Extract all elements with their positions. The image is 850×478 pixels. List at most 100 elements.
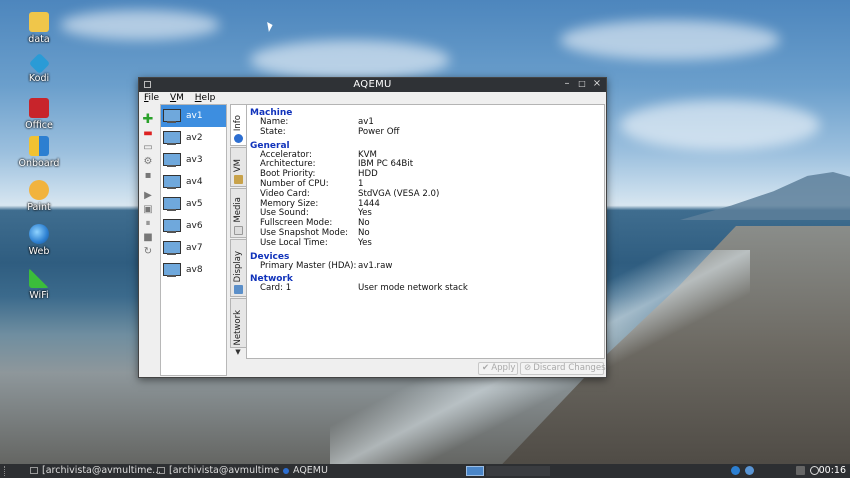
info-value: 1444	[358, 198, 380, 209]
desktop-icon-label: Office	[25, 120, 53, 131]
add-vm-icon[interactable]: ✚	[141, 112, 155, 127]
clock[interactable]: 00:16	[819, 464, 846, 478]
taskbar-task-aqemu[interactable]: AQEMU	[283, 464, 363, 478]
info-row: Card: 1 User mode network stack	[250, 284, 604, 294]
workspace-pager[interactable]	[486, 466, 550, 476]
vm-list-item[interactable]: av3	[161, 149, 226, 171]
vm-name: av3	[186, 155, 203, 165]
vm-name: av8	[186, 265, 203, 275]
tab-label: VM	[233, 158, 243, 172]
button-label: Discard Changes	[533, 363, 606, 373]
delete-vm-icon[interactable]: ▬	[141, 127, 155, 139]
vm-wizard-icon[interactable]: ⚙	[141, 155, 155, 167]
apply-button[interactable]: ✔ Apply	[478, 362, 518, 375]
task-label: AQEMU	[293, 465, 328, 476]
mountain	[680, 172, 850, 220]
info-value: StdVGA (VESA 2.0)	[358, 188, 440, 199]
tab-media[interactable]: Media	[230, 188, 246, 238]
section-heading: Machine	[250, 108, 293, 118]
desktop-icon-kodi[interactable]: Kodi	[14, 52, 64, 84]
tab-scroll-down-icon[interactable]: ▼	[230, 348, 246, 357]
tab-info[interactable]: Info	[230, 104, 246, 146]
workspace-pager-active[interactable]	[466, 466, 484, 476]
vm-name: av4	[186, 177, 203, 187]
menu-file[interactable]: File	[144, 92, 159, 105]
desktop-icon-wifi[interactable]: WiFi	[14, 268, 64, 301]
info-key: Card: 1	[260, 283, 292, 294]
stop-icon[interactable]: ■	[141, 231, 155, 243]
vm-list-item[interactable]: av8	[161, 259, 226, 281]
vm-list-item[interactable]: av2	[161, 127, 226, 149]
office-icon	[29, 98, 49, 118]
info-value: No	[358, 227, 370, 238]
terminal-icon	[30, 467, 38, 474]
taskbar: [archivista@avmultime... [archivista@avm…	[0, 464, 850, 478]
close-icon[interactable]: ×	[590, 78, 604, 89]
vm-name: av6	[186, 221, 203, 231]
desktop-icon-onboard[interactable]: Onboard	[14, 136, 64, 169]
vm-list-item[interactable]: av4	[161, 171, 226, 193]
kodi-icon	[28, 52, 50, 75]
info-value: User mode network stack	[358, 283, 468, 294]
info-row: Use Local Time: Yes	[250, 237, 604, 249]
monitor-icon	[163, 262, 181, 278]
vertical-tab-bar: Info VM Media Display Network	[230, 104, 246, 359]
info-value: Yes	[358, 208, 372, 219]
desktop-icon-web[interactable]: Web	[14, 224, 64, 257]
reset-icon[interactable]: ↻	[141, 245, 155, 257]
minimize-icon[interactable]: –	[560, 78, 574, 89]
vm-settings-icon[interactable]: ▭	[141, 141, 155, 153]
maximize-icon[interactable]: □	[575, 79, 589, 88]
info-row: Name: av1	[250, 117, 604, 128]
task-label: [archivista@avmultime...	[42, 465, 160, 476]
aqemu-icon	[283, 467, 289, 474]
info-key: Use Local Time:	[260, 237, 328, 248]
display-tray-icon[interactable]	[796, 466, 805, 475]
vm-name: av7	[186, 243, 203, 253]
desktop-icon-paint[interactable]: Paint	[14, 180, 64, 213]
info-value: Power Off	[358, 126, 400, 137]
globe-icon	[29, 224, 49, 244]
info-row: State: Power Off	[250, 126, 604, 138]
discard-changes-button[interactable]: ⊘ Discard Changes	[520, 362, 606, 375]
aqemu-window: AQEMU – □ × File VM Help ✚ ▬ ▭ ⚙ ▪ ▶ ▣ ⏸…	[138, 77, 607, 378]
vm-list-item[interactable]: av5	[161, 193, 226, 215]
tab-label: Display	[233, 250, 243, 282]
terminal-icon[interactable]: ▪	[141, 169, 155, 181]
taskbar-task[interactable]: [archivista@avmultime...	[30, 464, 160, 478]
info-key: State:	[260, 126, 286, 137]
media-icon	[234, 226, 243, 235]
desktop-icon-label: WiFi	[29, 290, 49, 301]
vm-name: av2	[186, 133, 203, 143]
check-icon: ✔	[482, 363, 490, 373]
desktop-icon-office[interactable]: Office	[14, 98, 64, 131]
monitor-icon	[163, 218, 181, 234]
tab-display[interactable]: Display	[230, 239, 246, 297]
tab-vm[interactable]: VM	[230, 147, 246, 187]
vm-list-item[interactable]: av7	[161, 237, 226, 259]
tab-label: Media	[233, 197, 243, 223]
vm-list-item[interactable]: av6	[161, 215, 226, 237]
network-tray-icon[interactable]	[731, 466, 740, 475]
cancel-icon: ⊘	[524, 363, 532, 373]
pause-icon[interactable]: ⏸	[141, 217, 155, 229]
window-titlebar[interactable]: AQEMU – □ ×	[139, 78, 606, 92]
vm-list: av1 av2 av3 av4 av5 av6 av7 av8	[160, 104, 227, 376]
folder-icon	[29, 12, 49, 32]
monitor-icon	[163, 240, 181, 256]
vm-name: av5	[186, 199, 203, 209]
taskbar-task[interactable]: [archivista@avmultime...	[157, 464, 279, 478]
palette-icon	[29, 180, 49, 200]
info-value: Yes	[358, 237, 372, 248]
tab-label: Info	[233, 114, 243, 131]
info-value: IBM PC 64Bit	[358, 159, 414, 170]
tab-network[interactable]: Network	[230, 298, 246, 348]
save-icon[interactable]: ▣	[141, 203, 155, 215]
desktop-icon-label: Web	[28, 246, 50, 257]
vm-list-item[interactable]: av1	[161, 105, 226, 127]
update-tray-icon[interactable]	[745, 466, 754, 475]
tab-label: Network	[233, 309, 243, 346]
start-icon[interactable]: ▶	[141, 189, 155, 201]
cloud	[60, 10, 220, 40]
desktop-icon-data[interactable]: data	[14, 12, 64, 45]
